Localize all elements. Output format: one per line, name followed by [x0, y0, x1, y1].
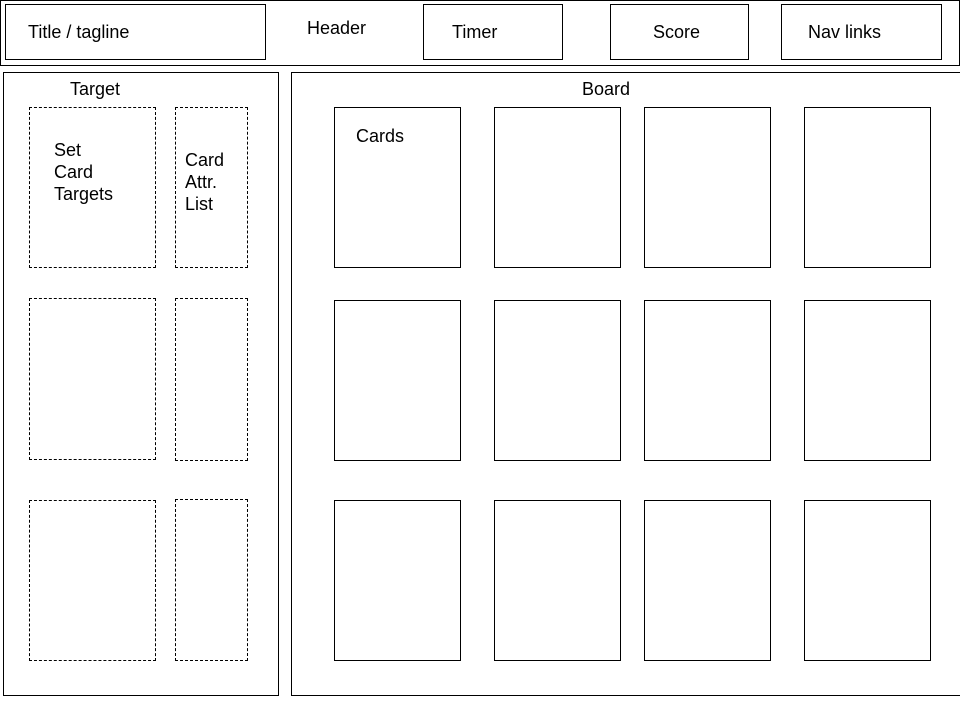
card-attr-list: Card Attr. List [175, 107, 248, 268]
score-box: Score [610, 4, 749, 60]
header-label: Header [307, 18, 367, 38]
card-attr-label: Card Attr. List [185, 150, 225, 214]
cards-label: Cards [356, 126, 405, 146]
card-attr-list [175, 298, 248, 461]
target-card-slot[interactable]: Set Card Targets [29, 107, 156, 268]
board-card[interactable] [804, 107, 931, 268]
target-label: Target [70, 79, 121, 99]
board-card[interactable] [334, 500, 461, 661]
board-card[interactable] [804, 500, 931, 661]
board-card[interactable] [494, 107, 621, 268]
board-label: Board [582, 79, 631, 99]
score-label: Score [653, 22, 701, 42]
board-card[interactable] [494, 300, 621, 461]
board-card[interactable]: Cards [334, 107, 461, 268]
board-panel: Board Cards [291, 72, 960, 696]
nav-links-box[interactable]: Nav links [781, 4, 942, 60]
nav-links-label: Nav links [808, 22, 882, 42]
board-card[interactable] [644, 500, 771, 661]
timer-box: Timer [423, 4, 563, 60]
card-attr-list [175, 499, 248, 661]
target-card-slot[interactable] [29, 500, 156, 661]
title-tagline-label: Title / tagline [28, 22, 130, 42]
target-card-label: Set Card Targets [54, 140, 114, 204]
title-tagline-box: Title / tagline [5, 4, 266, 60]
board-card[interactable] [644, 300, 771, 461]
board-card[interactable] [494, 500, 621, 661]
target-card-slot[interactable] [29, 298, 156, 460]
target-panel: Target Set Card Targets Card Attr. List [3, 72, 279, 696]
timer-label: Timer [452, 22, 498, 42]
board-card[interactable] [644, 107, 771, 268]
board-card[interactable] [804, 300, 931, 461]
board-card[interactable] [334, 300, 461, 461]
